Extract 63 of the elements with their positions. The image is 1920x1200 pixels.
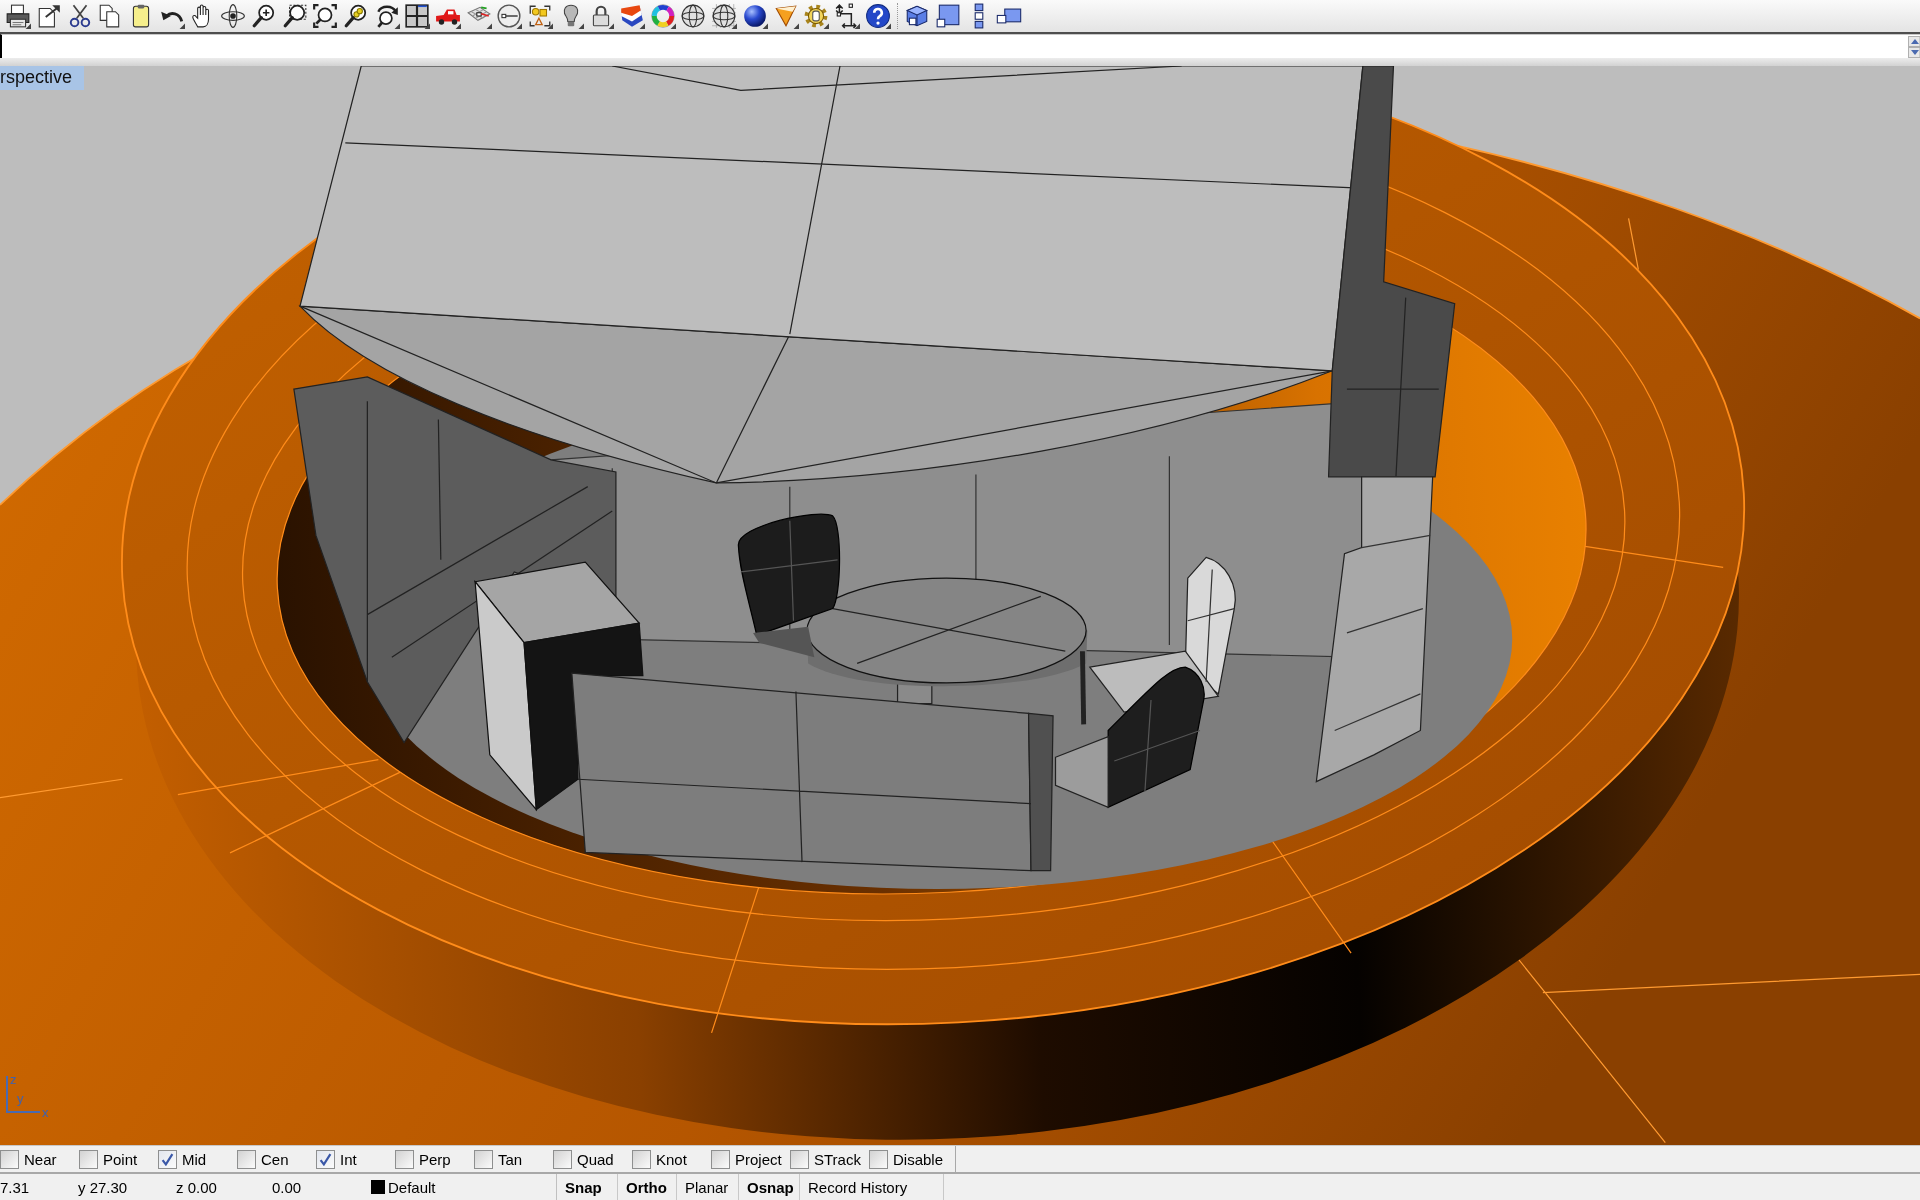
checkbox[interactable] [869, 1149, 888, 1169]
scroll-arrows-icon[interactable] [1908, 35, 1920, 58]
horizontal-axis-line [6, 1111, 40, 1113]
checkbox-label[interactable]: Int [340, 1150, 357, 1168]
cube-icon[interactable] [904, 3, 931, 29]
page-arrow-icon[interactable] [36, 3, 63, 29]
tick-icon [319, 1152, 332, 1166]
3d-viewport[interactable]: rspective z y x [0, 66, 1920, 1145]
sphere-grid-icon[interactable] [711, 3, 738, 29]
orbit-icon[interactable] [220, 3, 247, 29]
coordinate-readout: y 27.30 [78, 1178, 128, 1196]
checkbox-label[interactable]: Quad [577, 1150, 614, 1168]
checkbox-label[interactable]: Point [103, 1150, 138, 1168]
viewport-title-tab[interactable]: rspective [0, 66, 85, 90]
checkbox[interactable] [0, 1149, 19, 1169]
axis-label: x [42, 1106, 49, 1119]
wireframe-sphere-icon[interactable] [680, 3, 707, 29]
checkbox[interactable] [395, 1149, 414, 1169]
layer-swatch-icon[interactable] [371, 1180, 385, 1194]
checkbox-label[interactable]: Cen [261, 1150, 289, 1168]
gear-icon[interactable] [803, 3, 830, 29]
checkbox-label[interactable]: STrack [814, 1150, 861, 1168]
command-line-field[interactable] [0, 34, 1920, 58]
coordinate-readout: 0.00 [272, 1178, 302, 1196]
tick-icon [161, 1152, 174, 1166]
color-wheel-icon[interactable] [649, 3, 676, 29]
checkbox[interactable] [474, 1149, 493, 1169]
checkbox-label[interactable]: Mid [182, 1150, 207, 1168]
zoom-in-icon[interactable] [250, 3, 277, 29]
checkbox-label[interactable]: Near [24, 1150, 57, 1168]
magnifier-dots-icon[interactable] [342, 3, 369, 29]
checkbox-label[interactable]: Tan [498, 1150, 523, 1168]
coordinate-readout: z 0.00 [176, 1178, 217, 1196]
checkbox-label[interactable]: Knot [656, 1150, 687, 1168]
checkbox[interactable] [79, 1149, 98, 1169]
checkbox[interactable] [711, 1149, 730, 1169]
squares-icon[interactable] [934, 3, 961, 29]
circle-point-icon[interactable] [496, 3, 523, 29]
checkbox[interactable] [316, 1149, 335, 1169]
axis-label: y [17, 1092, 24, 1105]
zoom-extents-icon[interactable] [312, 3, 339, 29]
axis-label: z [10, 1073, 17, 1086]
shapes-icon[interactable] [527, 3, 554, 29]
checkbox[interactable] [790, 1149, 809, 1169]
grid-icon[interactable] [404, 3, 431, 29]
printer-icon[interactable] [5, 3, 32, 29]
shaded-sphere-icon[interactable] [741, 3, 768, 29]
checkbox[interactable] [632, 1149, 651, 1169]
checkbox-label[interactable]: Project [735, 1150, 782, 1168]
vertical-axis-line [6, 1076, 8, 1112]
coordinate-readout: 7.31 [0, 1178, 30, 1196]
checkbox[interactable] [553, 1149, 572, 1169]
help-icon[interactable] [864, 3, 891, 29]
zoom-window-icon[interactable] [281, 3, 308, 29]
checkbox-label[interactable]: Perp [419, 1150, 451, 1168]
dimension-icon[interactable] [833, 3, 860, 29]
window-squares-icon[interactable] [996, 7, 1023, 25]
layer-stack-icon[interactable] [619, 3, 646, 29]
checkbox[interactable] [237, 1149, 256, 1169]
stacked-squares-icon[interactable] [973, 3, 984, 29]
layer-name[interactable]: Default [388, 1178, 436, 1196]
checkbox[interactable] [158, 1149, 177, 1169]
checkbox-label[interactable]: Disable [893, 1150, 944, 1168]
